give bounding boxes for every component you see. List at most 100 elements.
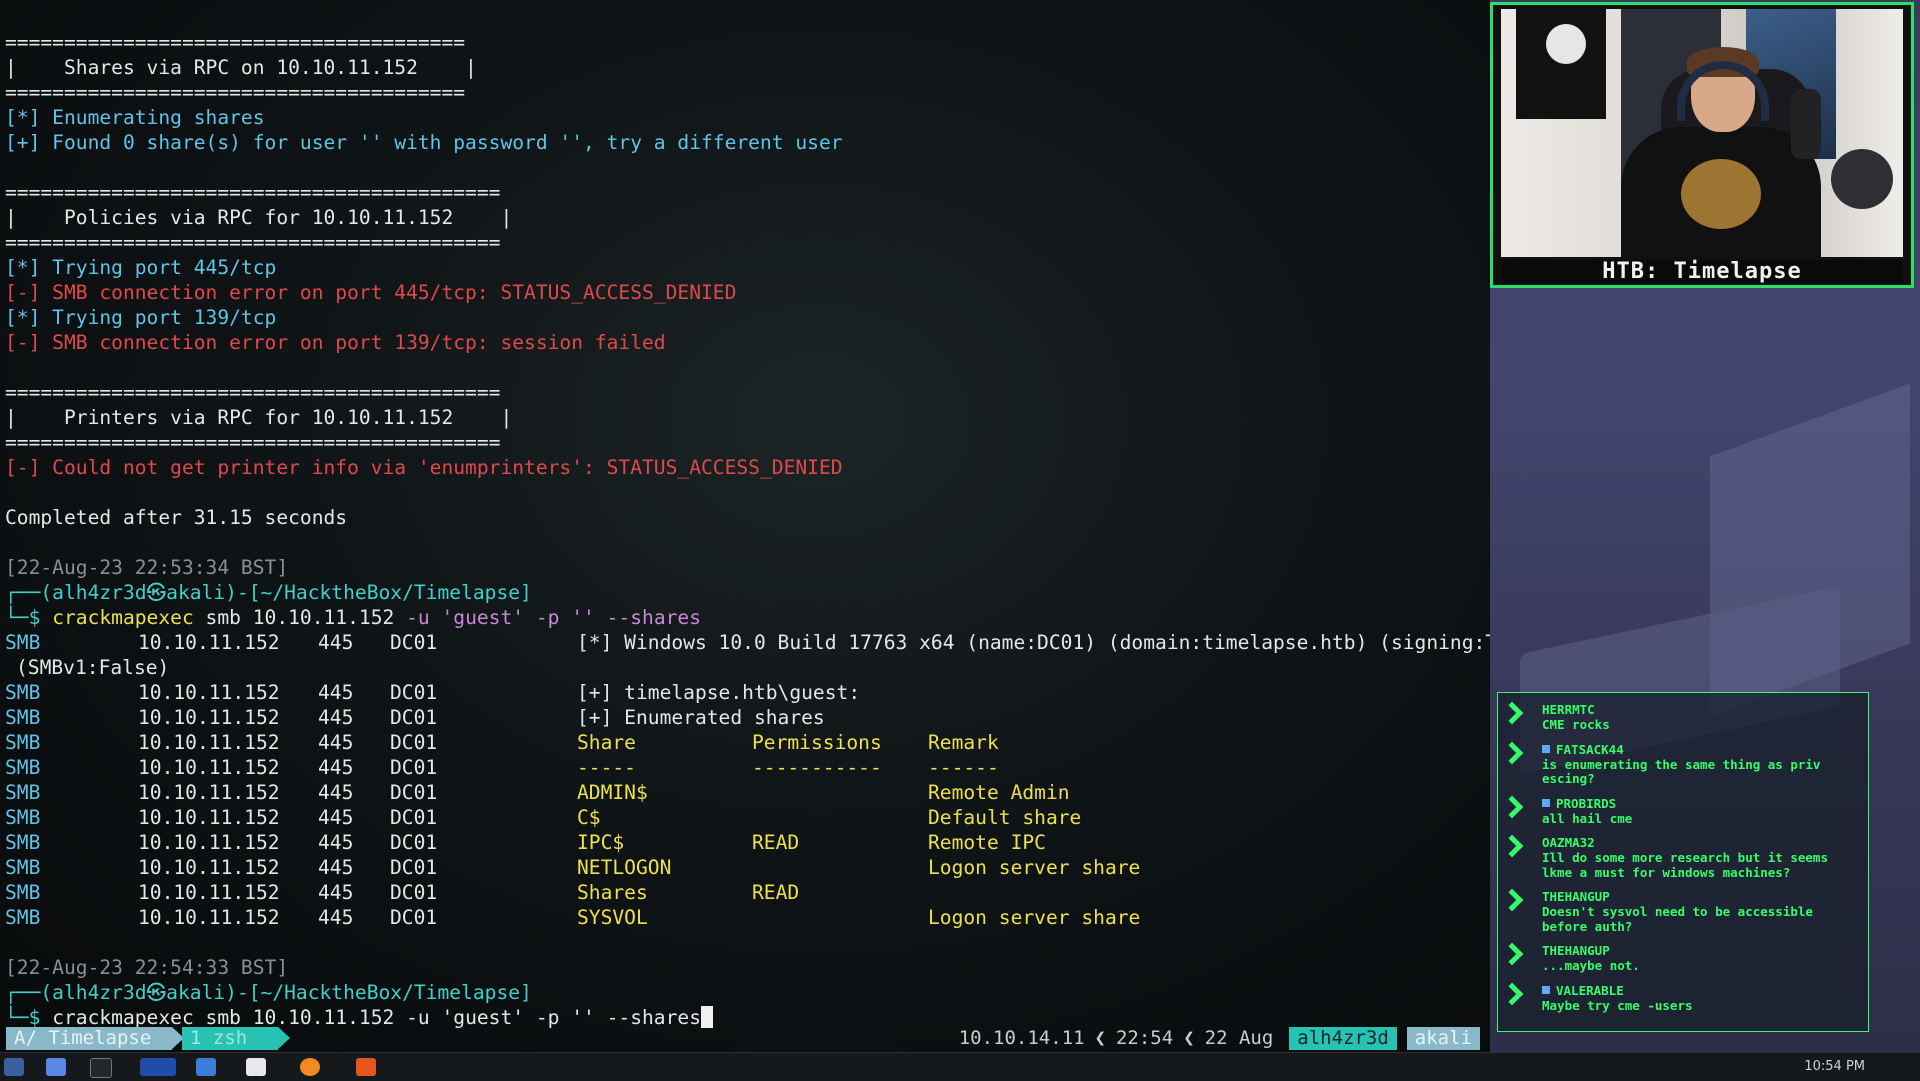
- badge-icon: [1542, 798, 1550, 807]
- smb-host: DC01: [390, 631, 438, 654]
- burp-icon[interactable]: [356, 1058, 376, 1076]
- share-name: ADMIN$: [577, 781, 648, 804]
- share-permission: READ: [752, 831, 800, 854]
- share-name: -----: [577, 756, 636, 779]
- smb-host: DC01: [390, 881, 438, 904]
- microphone: [1791, 89, 1821, 159]
- status-time: 22:54: [1115, 1027, 1174, 1049]
- smb-ip: 10.10.11.152: [138, 681, 280, 704]
- smb-proto: SMB: [5, 781, 41, 804]
- chat-username-text: FATSACK44: [1556, 741, 1624, 757]
- chat-overlay: HERRMTC CME rocks FATSACK44 is enumerating …: [1497, 692, 1869, 1032]
- smb-port: 445: [318, 756, 354, 779]
- chat-text: Doesn't sysvol need to be accessible bef…: [1542, 904, 1813, 934]
- chevron-right-icon: [1504, 986, 1520, 1002]
- smb-port: 445: [318, 731, 354, 754]
- status-host: akali: [1406, 1027, 1480, 1050]
- badge-icon: [1542, 744, 1550, 753]
- status-ip: 10.10.14.11: [958, 1027, 1085, 1049]
- smb-row: SMB 10.10.11.152 445 DC01 Shares READ: [0, 880, 1490, 905]
- share-name: [+] timelapse.htb\guest:: [577, 681, 861, 704]
- smb-row: SMB 10.10.11.152 445 DC01 [*] Windows 10.0 B…: [0, 630, 1490, 655]
- smb-port: 445: [318, 781, 354, 804]
- chat-message: OAZMA32 Ill do some more research but it …: [1498, 836, 1870, 890]
- webcam-overlay: HTB: Timelapse: [1490, 2, 1914, 288]
- chat-username: VALERABLE: [1542, 983, 1624, 998]
- chat-text: is enumerating the same thing as priv es…: [1542, 756, 1821, 786]
- share-name: C$: [577, 806, 601, 829]
- smb-port: 445: [318, 906, 354, 929]
- terminal-line: | Policies via RPC for 10.10.11.152 |: [5, 206, 513, 229]
- chat-username: PROBIRDS: [1542, 795, 1617, 811]
- terminal-window[interactable]: ======================================= |…: [0, 0, 1490, 1052]
- text-editor-icon[interactable]: [246, 1058, 266, 1076]
- smb-ip: 10.10.11.152: [138, 781, 280, 804]
- smb-proto: SMB: [5, 681, 41, 704]
- stream-title: HTB: Timelapse: [1501, 260, 1903, 284]
- terminal-line: [*] Trying port 445/tcp: [5, 256, 277, 279]
- smb-row: SMB 10.10.11.152 445 DC01 C$ Default share: [0, 805, 1490, 830]
- prompt-timestamp: [22-Aug-23 22:54:33 BST]: [5, 956, 289, 979]
- firefox-icon[interactable]: [300, 1058, 320, 1076]
- helmet: [1831, 149, 1893, 209]
- chat-message: FATSACK44 is enumerating the same thing a…: [1498, 741, 1870, 797]
- smb-ip: 10.10.11.152: [138, 731, 280, 754]
- terminal-line: ========================================…: [5, 381, 501, 404]
- smb-port: 445: [318, 831, 354, 854]
- crt-icon[interactable]: [140, 1058, 176, 1076]
- folder-icon[interactable]: [196, 1058, 216, 1076]
- share-name: [+] Enumerated shares: [577, 706, 825, 729]
- terminal-line: =======================================: [5, 81, 466, 104]
- chat-username-text: THEHANGUP: [1542, 889, 1610, 904]
- share-remark: Logon server share: [928, 856, 1141, 879]
- terminal-line: [-] SMB connection error on port 139/tcp…: [5, 331, 666, 354]
- smb-wrap: (SMBv1:False): [16, 656, 170, 679]
- terminal-icon[interactable]: [90, 1058, 112, 1078]
- share-remark: ------: [928, 756, 999, 779]
- badge-icon: [1542, 985, 1550, 994]
- smb-host: DC01: [390, 756, 438, 779]
- smb-row: SMB 10.10.11.152 445 DC01 [+] timelapse.htb\…: [0, 680, 1490, 705]
- chat-username-text: HERRMTC: [1542, 702, 1595, 717]
- smb-host: DC01: [390, 681, 438, 704]
- chat-message: THEHANGUP ...maybe not.: [1498, 944, 1870, 984]
- share-name: IPC$: [577, 831, 625, 854]
- workspace-icon[interactable]: [46, 1058, 66, 1076]
- status-directory[interactable]: A/ Timelapse: [6, 1027, 184, 1050]
- smb-host: DC01: [390, 831, 438, 854]
- webcam-feed: [1501, 9, 1903, 257]
- chat-username: FATSACK44: [1542, 741, 1624, 757]
- share-permission: READ: [752, 881, 800, 904]
- kali-dragon-icon[interactable]: [4, 1058, 24, 1076]
- smb-row: SMB 10.10.11.152 445 DC01 [+] Enumerated sha…: [0, 705, 1490, 730]
- chat-username-text: PROBIRDS: [1556, 795, 1617, 811]
- chat-message: THEHANGUP Doesn't sysvol need to be acces…: [1498, 890, 1870, 944]
- share-permission: -----------: [752, 756, 882, 779]
- smb-host: DC01: [390, 731, 438, 754]
- smb-port: 445: [318, 856, 354, 879]
- chevron-right-icon: [1504, 892, 1520, 908]
- prompt-path: ┌──(alh4zr3d㉿akali)-[~/HacktheBox/Timela…: [5, 981, 532, 1004]
- terminal-line: ========================================…: [5, 231, 501, 254]
- terminal-line: ========================================…: [5, 181, 501, 204]
- smb-info: [*] Windows 10.0 Build 17763 x64 (name:D…: [577, 631, 1490, 654]
- chevron-right-icon: [1504, 946, 1520, 962]
- share-remark: Default share: [928, 806, 1082, 829]
- chat-text: Maybe try cme -users: [1542, 997, 1693, 1013]
- smb-host: DC01: [390, 781, 438, 804]
- share-name: Share: [577, 731, 636, 754]
- smb-proto: SMB: [5, 631, 41, 654]
- smb-port: 445: [318, 806, 354, 829]
- chat-username: THEHANGUP: [1542, 890, 1610, 904]
- smb-host: DC01: [390, 856, 438, 879]
- chat-text: ...maybe not.: [1542, 958, 1640, 973]
- smb-proto: SMB: [5, 881, 41, 904]
- share-name: SYSVOL: [577, 906, 648, 929]
- chat-message: PROBIRDS all hail cme: [1498, 795, 1870, 837]
- status-shell-window[interactable]: 1 zsh: [182, 1027, 290, 1050]
- share-name: NETLOGON: [577, 856, 672, 879]
- smb-port: 445: [318, 881, 354, 904]
- share-name: Shares: [577, 881, 648, 904]
- taskbar-clock[interactable]: 10:54 PM: [1804, 1059, 1865, 1074]
- smb-proto: SMB: [5, 831, 41, 854]
